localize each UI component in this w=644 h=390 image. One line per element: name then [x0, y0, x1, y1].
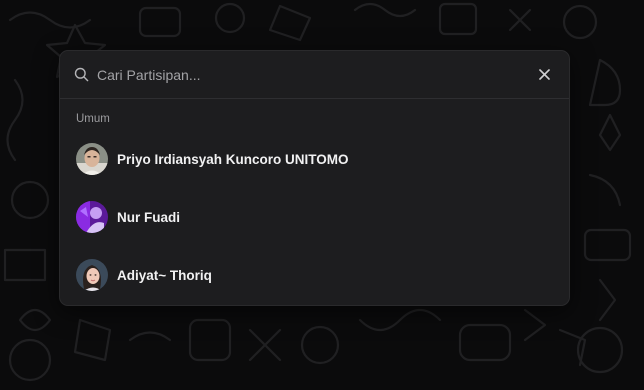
participant-item[interactable]: Adiyat~ Thoriq	[60, 246, 569, 304]
avatar	[76, 201, 108, 233]
participant-search-panel: Umum Priyo Irdiansyah Kuncoro UNITOMO	[59, 50, 570, 306]
purple-photo-avatar-icon	[76, 201, 108, 233]
avatar	[76, 259, 108, 291]
section-label: Umum	[76, 113, 110, 125]
participant-list: Priyo Irdiansyah Kuncoro UNITOMO Nur Fua…	[60, 130, 569, 304]
participant-item[interactable]: Nur Fuadi	[60, 188, 569, 246]
person-photo-avatar-icon	[76, 259, 108, 291]
participant-item[interactable]: Priyo Irdiansyah Kuncoro UNITOMO	[60, 130, 569, 188]
search-icon	[73, 67, 89, 83]
participant-name: Adiyat~ Thoriq	[117, 267, 212, 283]
person-photo-avatar-icon	[76, 143, 108, 175]
participant-name: Priyo Irdiansyah Kuncoro UNITOMO	[117, 151, 349, 167]
search-input[interactable]	[97, 66, 533, 83]
close-button[interactable]	[533, 64, 555, 86]
search-bar	[60, 51, 569, 99]
avatar	[76, 143, 108, 175]
participant-name: Nur Fuadi	[117, 209, 180, 225]
close-icon	[538, 69, 550, 80]
